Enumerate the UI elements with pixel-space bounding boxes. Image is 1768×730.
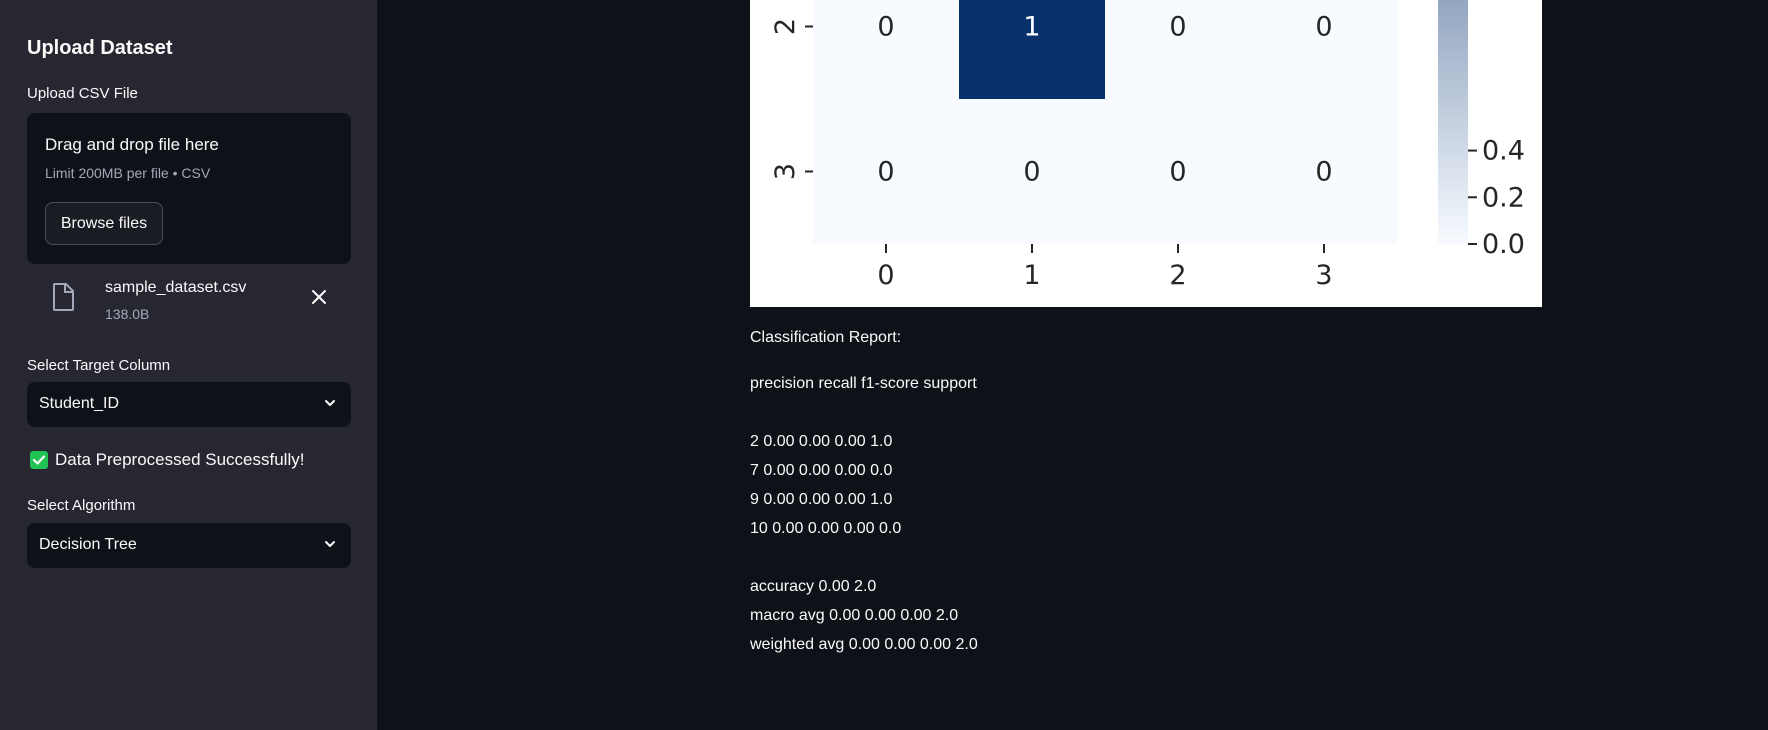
sidebar: Upload Dataset Upload CSV File Drag and …: [0, 0, 377, 730]
report-class-line: 7 0.00 0.00 0.00 0.0: [750, 462, 893, 479]
report-summary-line: macro avg 0.00 0.00 0.00 2.0: [750, 607, 959, 624]
remove-file-icon[interactable]: [311, 289, 327, 310]
x-tick-label: 1: [1023, 260, 1040, 291]
report-summary-line: accuracy 0.00 2.0: [750, 578, 877, 595]
colorbar-tick-label: 0.0: [1482, 229, 1525, 260]
target-column-select[interactable]: Student_ID: [27, 382, 351, 427]
success-text: Data Preprocessed Successfully!: [55, 450, 305, 469]
cell-value-label: 0: [1315, 157, 1332, 188]
file-icon: [52, 283, 74, 316]
chevron-down-icon: [323, 537, 337, 556]
file-dropzone[interactable]: Drag and drop file here Limit 200MB per …: [27, 113, 351, 264]
cell-value-label: 0: [1169, 12, 1186, 43]
report-summary-line: weighted avg 0.00 0.00 0.00 2.0: [750, 636, 978, 653]
report-title: Classification Report:: [750, 329, 902, 346]
heatmap-svg: 0 1 0 0 2 0 0 0 0 3 0 1 2 3 0.0 0.2 0.4: [770, 0, 1525, 291]
check-icon: [30, 451, 48, 469]
x-tick-label: 3: [1315, 260, 1332, 291]
algorithm-select[interactable]: Decision Tree: [27, 523, 351, 568]
dropzone-limit: Limit 200MB per file • CSV: [45, 165, 211, 181]
uploaded-file-row: sample_dataset.csv 138.0B: [27, 275, 351, 325]
dropzone-title: Drag and drop file here: [45, 135, 219, 154]
algorithm-value: Decision Tree: [39, 536, 137, 553]
report-class-line: 10 0.00 0.00 0.00 0.0: [750, 520, 902, 537]
cell-value-label: 0: [877, 12, 894, 43]
cell-value-label: 0: [1315, 12, 1332, 43]
colorbar: [1438, 0, 1468, 244]
cell-value-label: 0: [1023, 157, 1040, 188]
x-tick-label: 0: [877, 260, 894, 291]
cell-value-label: 0: [1169, 157, 1186, 188]
algorithm-label: Select Algorithm: [27, 497, 136, 514]
chevron-down-icon: [323, 396, 337, 415]
report-class-line: 2 0.00 0.00 0.00 1.0: [750, 433, 893, 450]
report-class-line: 9 0.00 0.00 0.00 1.0: [750, 491, 893, 508]
colorbar-tick-label: 0.4: [1482, 136, 1525, 167]
cell-value-label: 0: [877, 157, 894, 188]
sidebar-title: Upload Dataset: [27, 37, 173, 59]
confusion-matrix-chart: 0 1 0 0 2 0 0 0 0 3 0 1 2 3 0.0 0.2 0.4: [750, 0, 1542, 307]
target-column-label: Select Target Column: [27, 357, 171, 374]
x-tick-label: 2: [1169, 260, 1186, 291]
file-name: sample_dataset.csv: [105, 279, 247, 296]
cell-value-label: 1: [1023, 12, 1040, 43]
y-tick-label: 2: [770, 18, 801, 35]
y-tick-label: 3: [770, 163, 801, 180]
colorbar-tick-label: 0.2: [1482, 182, 1525, 213]
file-size: 138.0B: [105, 306, 150, 322]
upload-label: Upload CSV File: [27, 85, 138, 102]
report-header: precision recall f1-score support: [750, 375, 977, 392]
target-column-value: Student_ID: [39, 395, 120, 412]
browse-files-button[interactable]: Browse files: [45, 202, 163, 245]
